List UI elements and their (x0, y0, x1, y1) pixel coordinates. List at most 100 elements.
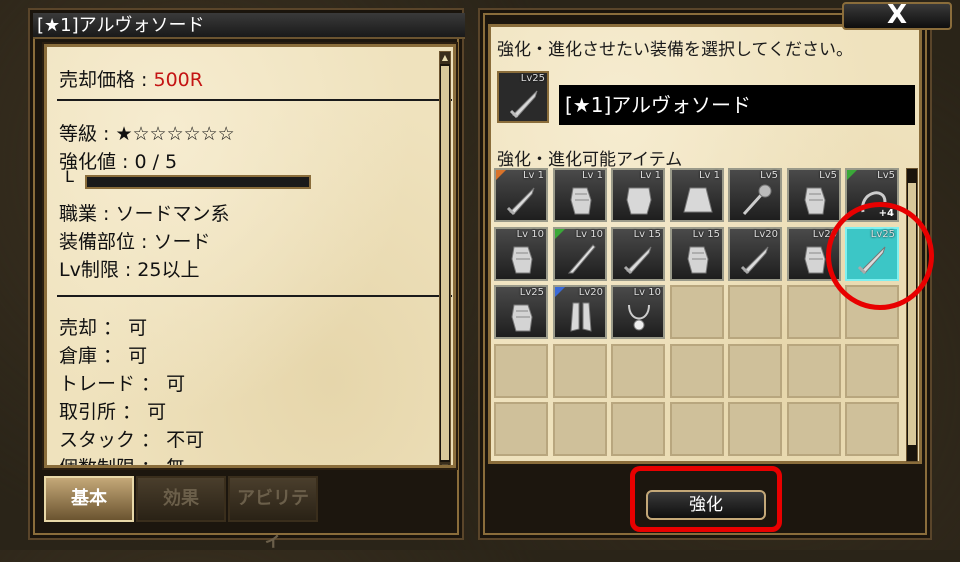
empty-slot (611, 402, 665, 456)
rarity-corner (847, 170, 857, 180)
item-level: Lv20 (578, 287, 603, 298)
item-level: Lv 10 (575, 229, 603, 240)
inventory-item-slot[interactable]: Lv 1 (670, 168, 724, 222)
item-level: Lv5 (877, 170, 895, 181)
item-level: Lv 1 (581, 170, 603, 181)
scroll-down-icon[interactable]: ▼ (440, 462, 450, 465)
armor-icon (626, 187, 652, 215)
equip-slot: 装備部位 : ソード (59, 231, 211, 253)
gauntlet-icon (511, 304, 533, 332)
item-level: Lv 10 (633, 287, 661, 298)
item-level: Lv20 (753, 229, 778, 240)
detail-scrollbar[interactable]: ▲ ▼ (439, 51, 451, 465)
empty-slot (787, 285, 841, 339)
enhance-value: 強化値 : 0 / 5 (59, 151, 178, 173)
empty-slot (670, 402, 724, 456)
scroll-up-icon[interactable]: ▲ (440, 52, 450, 64)
inventory-item-slot[interactable]: Lv5 (728, 168, 782, 222)
tab-ability[interactable]: アビリティ (228, 476, 318, 551)
enhance-connector: L (65, 167, 74, 186)
item-level: Lv 15 (633, 229, 661, 240)
inventory-item-slot[interactable]: Lv 1 (553, 168, 607, 222)
grade: 等級 : ★☆☆☆☆☆☆ (59, 123, 235, 145)
selected-item-name: [★1]アルヴォソード (559, 85, 915, 125)
inventory-item-slot[interactable]: Lv 10 (494, 227, 548, 281)
item-level: Lv 15 (692, 229, 720, 240)
close-button[interactable]: X (842, 2, 952, 30)
empty-slot (845, 344, 899, 398)
enhanceable-items-label: 強化・進化可能アイテム (497, 150, 683, 170)
item-level: Lv 1 (698, 170, 720, 181)
sword-icon (623, 246, 652, 275)
item-level: Lv5 (819, 170, 837, 181)
sword-icon (740, 246, 769, 275)
gauntlet-icon (687, 246, 709, 274)
empty-slot (728, 402, 782, 456)
empty-slot (728, 344, 782, 398)
sell-price-label: 売却価格 : (59, 69, 154, 91)
empty-slot (670, 285, 724, 339)
divider (57, 99, 452, 101)
inventory-item-slot[interactable]: Lv 10 (553, 227, 607, 281)
inventory-item-slot[interactable]: Lv 1 (611, 168, 665, 222)
inventory-item-slot[interactable]: Lv 15 (611, 227, 665, 281)
count-limit: 個数制限 ： 無 (59, 457, 186, 468)
empty-slot (553, 344, 607, 398)
gauntlet-icon (570, 187, 592, 215)
item-level: Lv5 (760, 170, 778, 181)
sellable: 売却 ： 可 (59, 317, 148, 339)
mace-icon (742, 184, 772, 216)
empty-slot (845, 402, 899, 456)
empty-slot (787, 344, 841, 398)
inventory-item-slot[interactable]: Lv 1 (494, 168, 548, 222)
item-level: Lv 1 (522, 170, 544, 181)
item-title: [★1]アルヴォソード (33, 13, 465, 39)
sell-price: 売却価格 : 500R (59, 65, 203, 92)
job: 職業 : ソードマン系 (59, 203, 230, 225)
tab-effect[interactable]: 効果 (136, 476, 226, 522)
tradable: トレード ： 可 (59, 373, 186, 395)
stackable: スタック ： 不可 (59, 429, 205, 451)
rarity-corner (555, 229, 565, 239)
scroll-thumb[interactable] (441, 66, 449, 460)
selected-item-slot[interactable]: Lv25 (497, 71, 549, 123)
item-detail-content[interactable]: 売却価格 : 500R 等級 : ★☆☆☆☆☆☆ 強化値 : 0 / 5 L 職… (42, 42, 458, 470)
tab-basic[interactable]: 基本 (44, 476, 134, 522)
item-level: Lv25 (519, 287, 544, 298)
selected-item-level: Lv25 (520, 73, 545, 84)
highlight-box-annotation (630, 466, 782, 532)
gauntlet-icon (804, 187, 826, 215)
empty-slot (611, 344, 665, 398)
enhance-progress-bar (85, 175, 311, 189)
sword-icon (506, 187, 535, 216)
blade-icon (567, 244, 596, 274)
rarity-corner (555, 287, 565, 297)
empty-slot (728, 285, 782, 339)
empty-slot (494, 402, 548, 456)
necklace-icon (628, 304, 650, 331)
instruction-text: 強化・進化させたい装備を選択してください。 (497, 40, 853, 60)
inventory-item-slot[interactable]: Lv20 (553, 285, 607, 339)
storable: 倉庫 ： 可 (59, 345, 148, 367)
close-icon: X (886, 0, 908, 30)
level-limit: Lv制限 : 25以上 (59, 259, 200, 281)
rarity-corner (496, 170, 506, 180)
item-level: Lv 1 (639, 170, 661, 181)
inventory-item-slot[interactable]: Lv20 (728, 227, 782, 281)
item-level: Lv 10 (516, 229, 544, 240)
sword-icon (509, 90, 538, 119)
empty-slot (494, 344, 548, 398)
inventory-item-slot[interactable]: Lv 10 (611, 285, 665, 339)
skirt-icon (683, 187, 713, 213)
gauntlet-icon (511, 246, 533, 274)
inventory-item-slot[interactable]: Lv5 (787, 168, 841, 222)
sell-price-value: 500R (153, 69, 203, 91)
inventory-item-slot[interactable]: Lv 15 (670, 227, 724, 281)
empty-slot (787, 402, 841, 456)
empty-slot (553, 402, 607, 456)
highlight-circle-annotation (826, 202, 934, 310)
divider (57, 295, 452, 297)
empty-slot (670, 344, 724, 398)
exchange: 取引所 ： 可 (59, 401, 167, 423)
inventory-item-slot[interactable]: Lv25 (494, 285, 548, 339)
